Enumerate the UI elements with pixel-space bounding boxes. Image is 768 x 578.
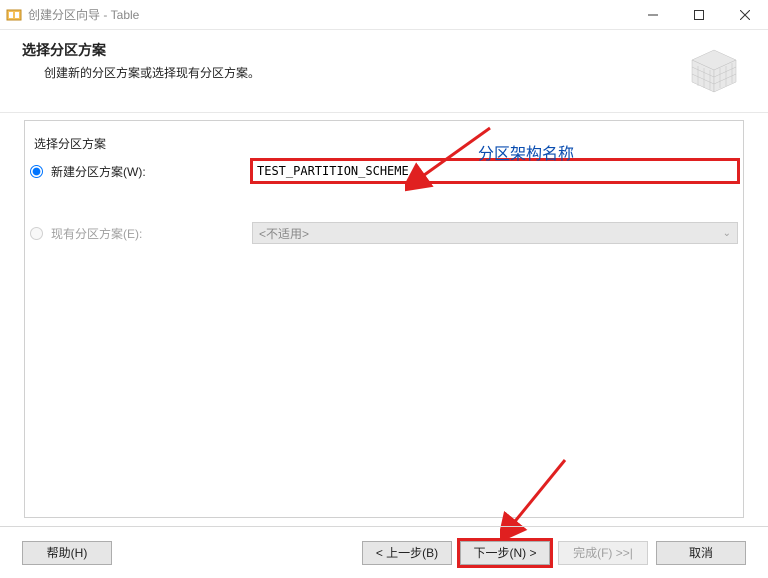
new-scheme-row: 新建分区方案(W): [30,160,738,182]
window-title: 创建分区向导 - Table [28,6,630,23]
decorative-cube-icon [682,40,746,96]
page-subtitle: 创建新的分区方案或选择现有分区方案。 [44,64,682,81]
existing-scheme-radio [30,227,43,240]
titlebar: 创建分区向导 - Table [0,0,768,30]
window-controls [630,0,768,29]
existing-scheme-value: <不适用> [259,225,309,242]
maximize-button[interactable] [676,0,722,30]
new-scheme-text: 新建分区方案(W): [51,163,146,180]
cancel-button[interactable]: 取消 [656,541,746,565]
new-scheme-radio-label[interactable]: 新建分区方案(W): [30,163,252,180]
next-button[interactable]: 下一步(N) > [460,541,550,565]
minimize-button[interactable] [630,0,676,30]
scheme-group: 新建分区方案(W): 现有分区方案(E): <不适用> ⌄ [30,160,738,284]
existing-scheme-field: <不适用> ⌄ [252,222,738,244]
existing-scheme-radio-label: 现有分区方案(E): [30,225,252,242]
wizard-header: 选择分区方案 创建新的分区方案或选择现有分区方案。 [0,30,768,113]
page-title: 选择分区方案 [22,40,682,60]
new-scheme-radio[interactable] [30,165,43,178]
app-icon [6,7,22,23]
existing-scheme-select: <不适用> ⌄ [252,222,738,244]
footer: 帮助(H) < 上一步(B) 下一步(N) > 完成(F) >>| 取消 [0,526,768,578]
annotation-text: 分区架构名称 [478,140,574,164]
chevron-down-icon: ⌄ [723,228,731,239]
group-legend: 选择分区方案 [30,135,110,152]
existing-scheme-row: 现有分区方案(E): <不适用> ⌄ [30,222,738,244]
existing-scheme-text: 现有分区方案(E): [51,225,142,242]
help-button[interactable]: 帮助(H) [22,541,112,565]
previous-button[interactable]: < 上一步(B) [362,541,452,565]
finish-button: 完成(F) >>| [558,541,648,565]
close-button[interactable] [722,0,768,30]
